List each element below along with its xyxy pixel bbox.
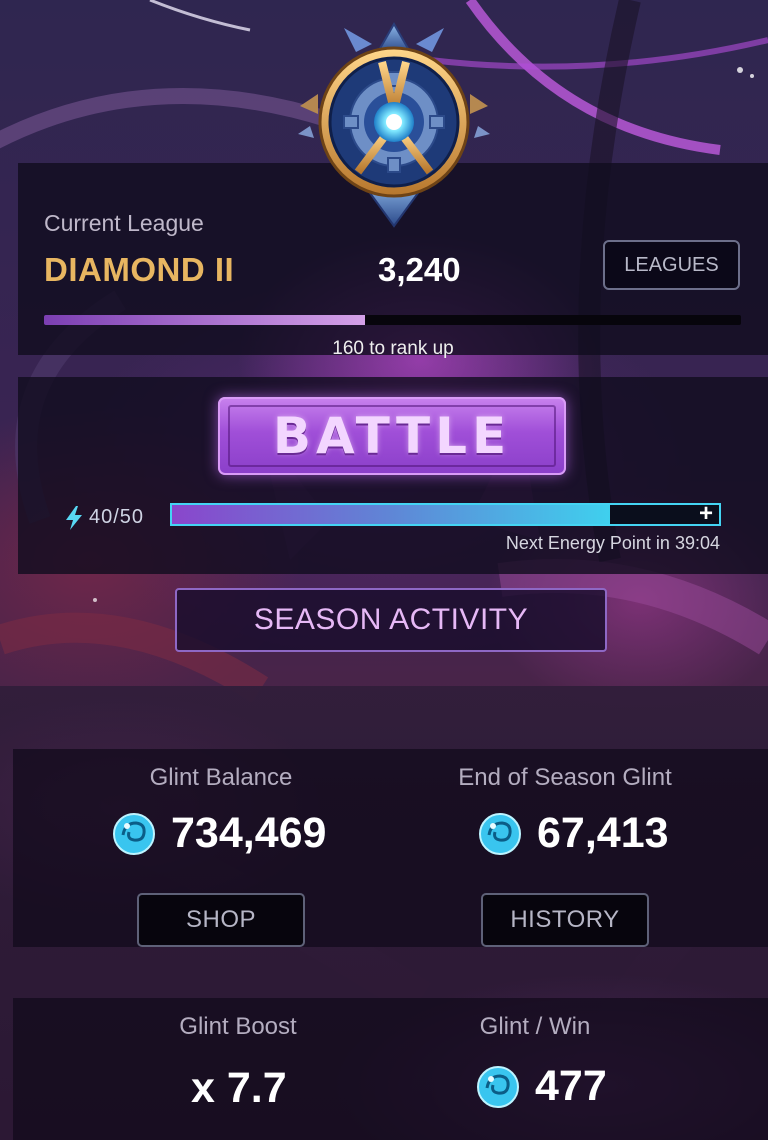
rank-progress-bar xyxy=(44,315,741,325)
season-activity-button[interactable]: SEASON ACTIVITY xyxy=(175,588,607,652)
league-name: DIAMOND II xyxy=(44,251,235,288)
glint-balance-value: 734,469 xyxy=(111,809,326,858)
glint-orb-icon xyxy=(479,812,521,855)
end-season-glint-number: 67,413 xyxy=(537,809,669,857)
glint-orb-icon xyxy=(477,1065,519,1108)
glint-balance-number: 734,469 xyxy=(171,809,327,857)
current-league-caption: Current League xyxy=(44,210,204,236)
battle-panel: BATTLE 40/50 + Next Energy Point in 39:0… xyxy=(18,377,768,574)
glint-balance-label: Glint Balance xyxy=(149,764,293,791)
glint-orb-icon xyxy=(113,812,155,855)
glint-per-win-value: 477 xyxy=(475,1062,607,1111)
glint-boost-value: x 7.7 xyxy=(191,1064,287,1112)
end-season-glint-label: End of Season Glint xyxy=(458,764,672,791)
rank-up-caption: 160 to rank up xyxy=(332,338,454,359)
energy-bar: + xyxy=(170,502,721,526)
season-activity-label: SEASON ACTIVITY xyxy=(253,603,529,636)
energy-timer: Next Energy Point in 39:04 xyxy=(505,533,720,553)
history-button[interactable]: HISTORY xyxy=(481,893,649,947)
glint-boost-label: Glint Boost xyxy=(179,1013,297,1040)
shop-button[interactable]: SHOP xyxy=(137,893,305,947)
end-season-glint-value: 67,413 xyxy=(477,809,669,858)
battle-button[interactable]: BATTLE xyxy=(218,397,566,475)
battle-label: BATTLE xyxy=(272,407,512,465)
add-energy-button[interactable]: + xyxy=(695,502,717,526)
energy-count: 40/50 xyxy=(89,506,145,528)
glint-per-win-number: 477 xyxy=(535,1062,607,1110)
glint-boost-panel: Glint Boost x 7.7 Glint / Win 477 xyxy=(13,998,768,1140)
lightning-icon xyxy=(66,506,82,530)
glint-per-win-label: Glint / Win xyxy=(479,1013,591,1040)
glint-panel: Glint Balance 734,469 End of Season Glin… xyxy=(13,749,768,947)
league-emblem-icon xyxy=(298,22,490,228)
league-points: 3,240 xyxy=(378,251,461,288)
leagues-button[interactable]: LEAGUES xyxy=(603,240,740,290)
energy-bar-fill xyxy=(172,505,610,524)
rank-progress-fill xyxy=(44,315,365,325)
